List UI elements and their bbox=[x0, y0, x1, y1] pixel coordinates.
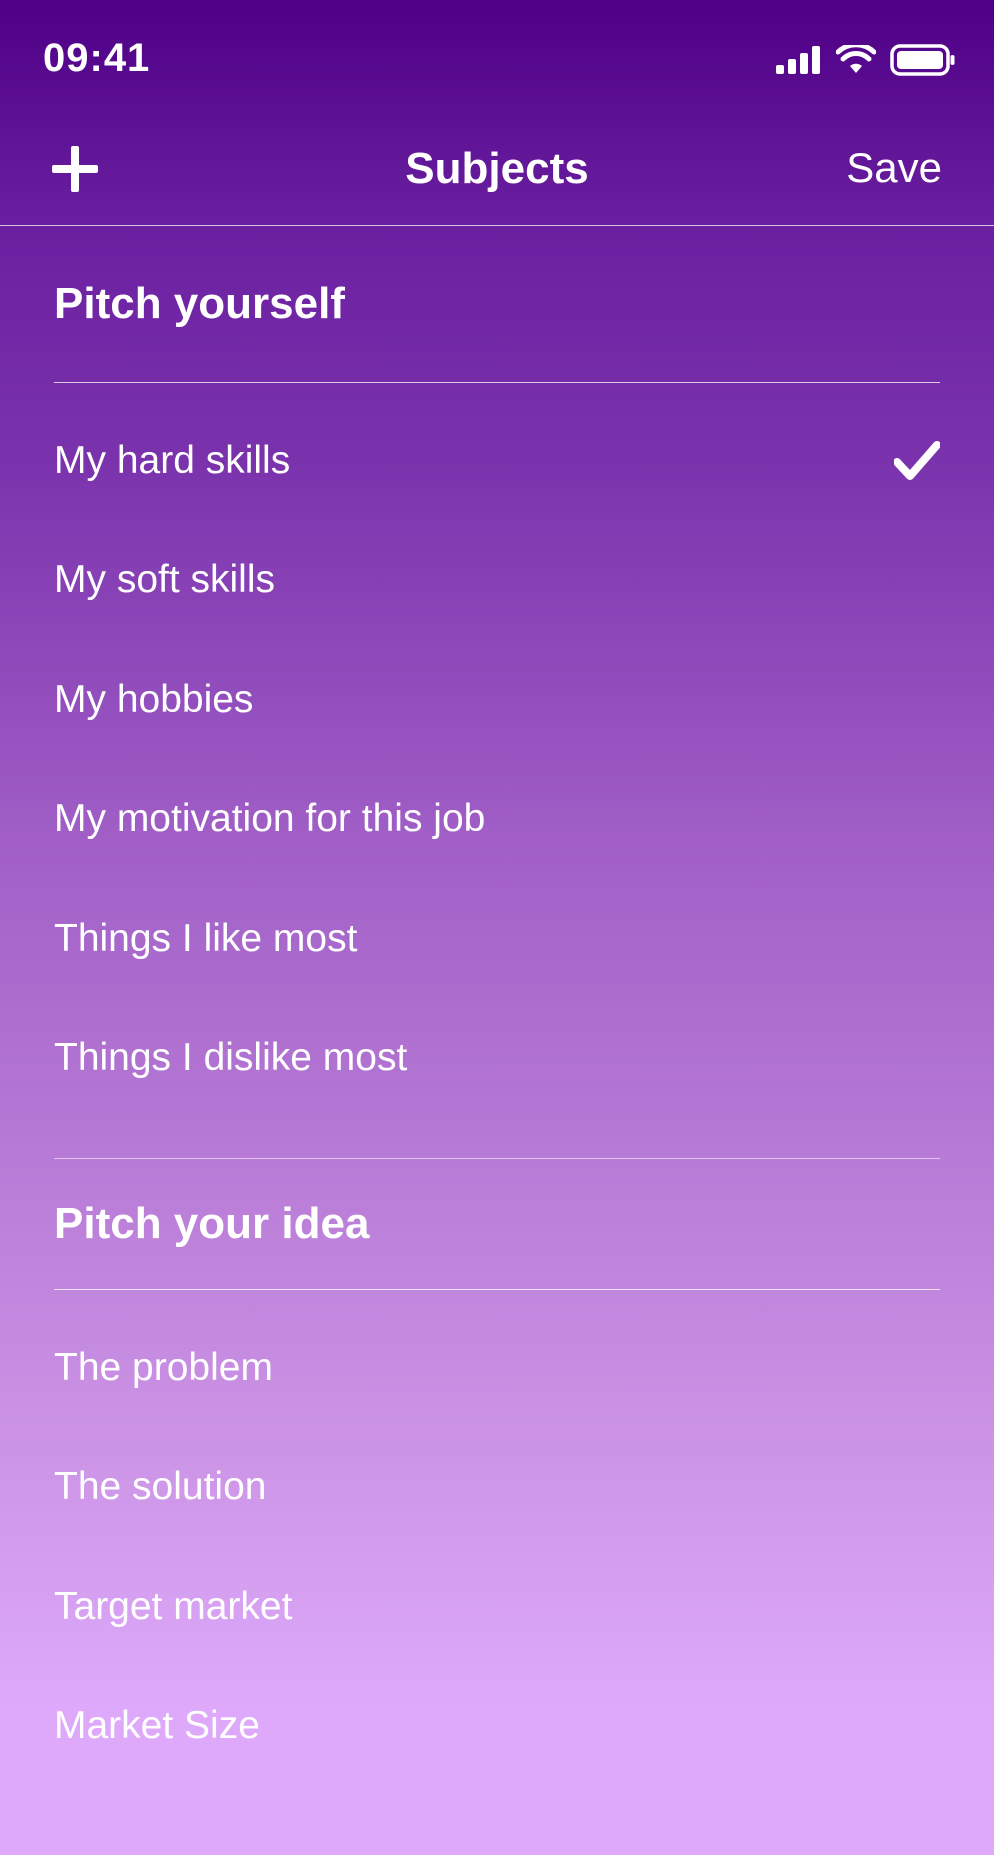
nav-bar: Subjects Save bbox=[0, 110, 994, 226]
checkmark-icon bbox=[894, 440, 940, 480]
subjects-list: Pitch yourself My hard skills My soft sk… bbox=[54, 225, 940, 1786]
list-item-label: My soft skills bbox=[54, 558, 276, 602]
list-item[interactable]: The solution bbox=[54, 1428, 940, 1548]
list-item-label: My motivation for this job bbox=[54, 797, 486, 841]
list-item[interactable]: Market Size bbox=[54, 1667, 940, 1787]
cellular-signal-icon bbox=[776, 46, 820, 74]
list-item[interactable]: Target market bbox=[54, 1547, 940, 1667]
status-time: 09:41 bbox=[43, 36, 151, 80]
section-list-pitch-yourself: My hard skills My soft skills My hobbies… bbox=[54, 383, 940, 1158]
save-button[interactable]: Save bbox=[846, 144, 942, 192]
status-bar: 09:41 bbox=[0, 0, 994, 110]
list-item[interactable]: Things I like most bbox=[54, 879, 940, 999]
list-item-label: Target market bbox=[54, 1584, 293, 1628]
section-list-pitch-your-idea: The problem The solution Target market M… bbox=[54, 1290, 940, 1786]
section-header-pitch-your-idea: Pitch your idea bbox=[54, 1158, 940, 1290]
list-item-label: The solution bbox=[54, 1465, 267, 1509]
battery-icon bbox=[890, 44, 955, 76]
list-item[interactable]: My hard skills bbox=[54, 401, 940, 521]
plus-icon[interactable] bbox=[52, 146, 98, 192]
list-item[interactable]: The problem bbox=[54, 1308, 940, 1428]
list-item[interactable]: My soft skills bbox=[54, 521, 940, 641]
list-item-label: Things I like most bbox=[54, 916, 358, 960]
status-icons bbox=[776, 44, 956, 76]
list-item-label: The problem bbox=[54, 1345, 273, 1389]
list-item-label: My hobbies bbox=[54, 677, 254, 721]
list-item[interactable]: Things I dislike most bbox=[54, 999, 940, 1119]
list-item-label: Market Size bbox=[54, 1704, 260, 1748]
list-item[interactable]: My motivation for this job bbox=[54, 760, 940, 880]
list-item-label: My hard skills bbox=[54, 438, 291, 482]
page-title: Subjects bbox=[405, 144, 589, 193]
wifi-icon bbox=[836, 45, 876, 73]
section-header-pitch-yourself: Pitch yourself bbox=[54, 225, 940, 383]
list-item-label: Things I dislike most bbox=[54, 1036, 408, 1080]
list-item[interactable]: My hobbies bbox=[54, 640, 940, 760]
